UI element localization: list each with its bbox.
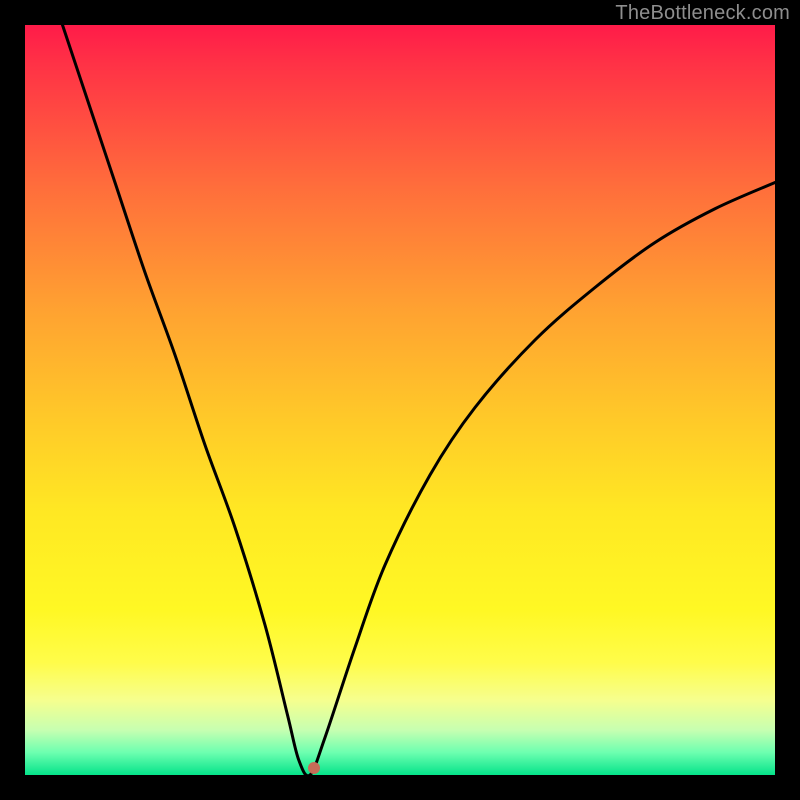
plot-area xyxy=(25,25,775,775)
optimum-marker xyxy=(308,762,320,774)
bottleneck-curve xyxy=(25,25,775,775)
chart-frame: TheBottleneck.com xyxy=(0,0,800,800)
watermark-text: TheBottleneck.com xyxy=(615,2,790,25)
